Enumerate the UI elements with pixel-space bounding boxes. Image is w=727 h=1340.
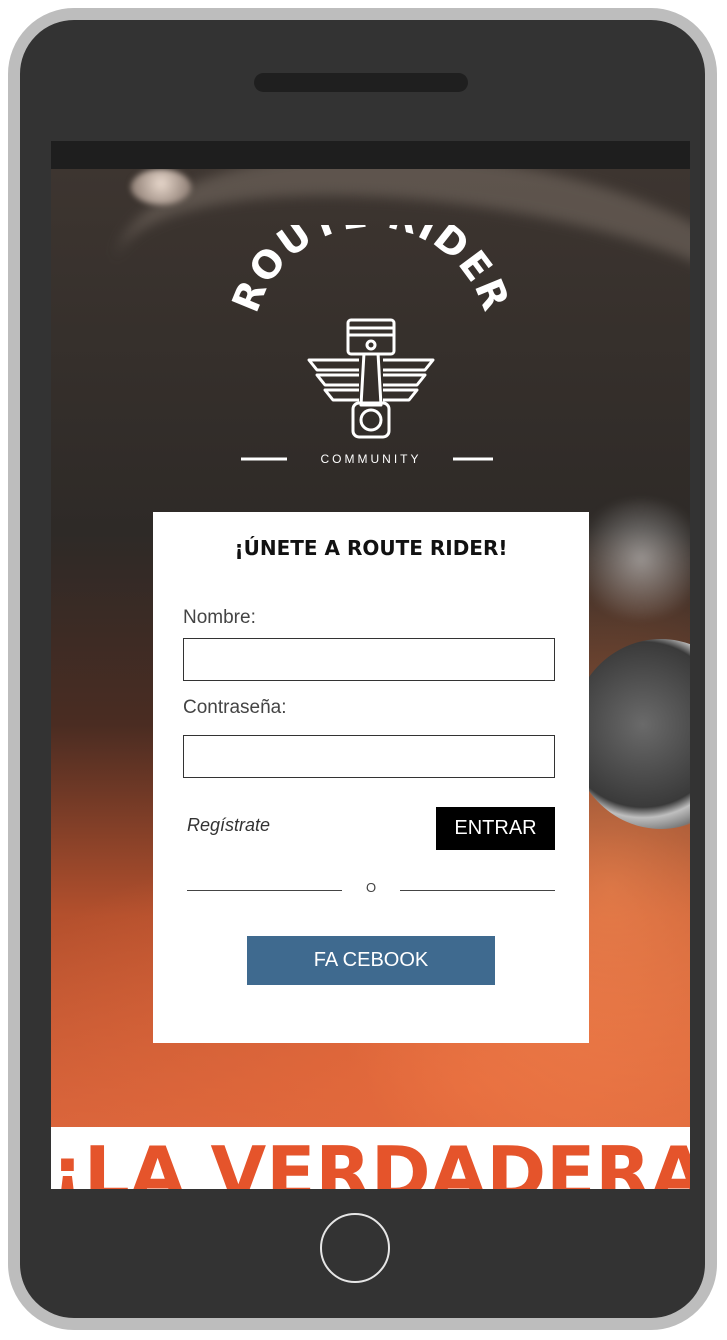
enter-button[interactable]: ENTRAR — [436, 807, 555, 850]
signup-card: ¡ÚNETE A ROUTE RIDER! Nombre: Contraseña… — [153, 512, 589, 1043]
route-rider-logo: ROUTE RIDER C — [231, 225, 511, 475]
logo-title-path: ROUTE RIDER — [231, 225, 511, 318]
piston-wings-icon — [307, 318, 435, 439]
or-divider: O — [187, 880, 555, 897]
mirror-knob-shape — [131, 169, 191, 205]
hero-background: ROUTE RIDER C — [51, 169, 690, 1127]
screen: ROUTE RIDER C — [51, 141, 690, 1189]
status-bar — [51, 141, 690, 169]
register-link[interactable]: Regístrate — [187, 815, 270, 836]
divider-line-right — [400, 890, 555, 891]
divider-text: O — [365, 880, 377, 895]
name-label: Nombre: — [183, 607, 256, 628]
logo-subtitle: COMMUNITY — [321, 452, 422, 466]
signup-heading: ¡ÚNETE A ROUTE RIDER! — [234, 536, 508, 560]
headline: ¡LA VERDADERA — [51, 1131, 690, 1189]
logo-title: ROUTE RIDER — [231, 225, 511, 318]
home-button[interactable] — [320, 1213, 390, 1283]
headline-strip: ¡LA VERDADERA — [51, 1127, 690, 1189]
facebook-button[interactable]: FA CEBOOK — [247, 936, 495, 985]
speaker-grille — [254, 73, 468, 92]
password-label: Contraseña: — [183, 697, 287, 718]
name-input[interactable] — [183, 638, 555, 681]
password-input[interactable] — [183, 735, 555, 778]
